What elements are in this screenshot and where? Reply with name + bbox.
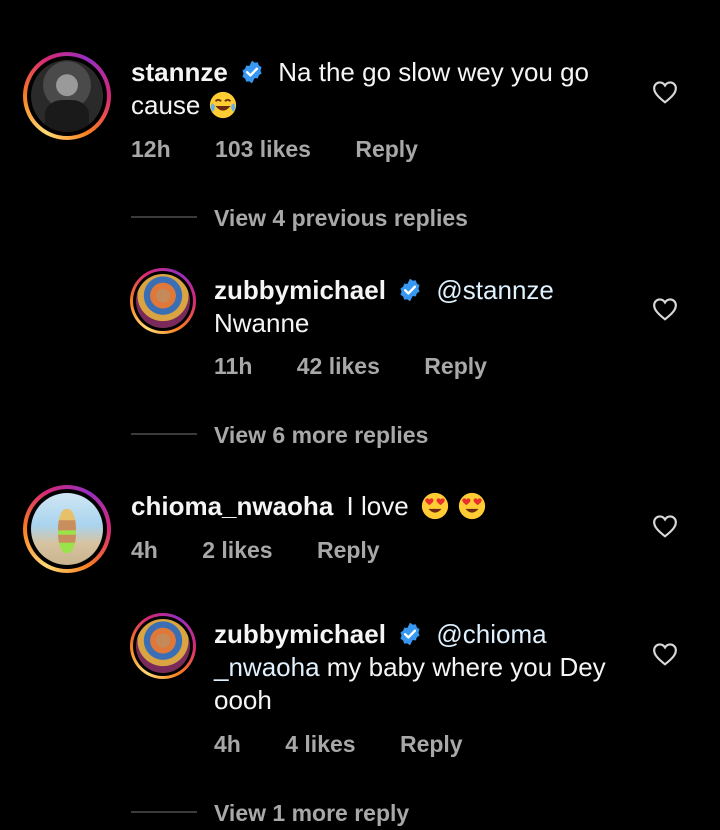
avatar-stannze[interactable] (23, 52, 111, 140)
reply-zubbymichael-text-2: _nwaoha my baby where you Dey (214, 651, 606, 684)
thread-divider-line (131, 433, 197, 435)
reply-button[interactable]: Reply (424, 353, 487, 380)
verified-badge-icon (400, 278, 420, 302)
comment-likes[interactable]: 103 likes (215, 136, 311, 163)
reply-text: Nwanne (214, 308, 310, 338)
reply-button[interactable]: Reply (400, 731, 463, 758)
avatar-zubbymichael[interactable] (130, 613, 196, 679)
avatar-zubbymichael[interactable] (130, 268, 196, 334)
comment-stannze-text-2: cause (131, 89, 238, 122)
comment-username[interactable]: chioma_nwaoha (131, 491, 333, 521)
reply-meta: 4h 4 likes Reply (214, 731, 463, 758)
reply-text-line3: oooh (214, 685, 272, 715)
reply-text: my baby where you Dey (319, 652, 606, 682)
view-more-replies-button[interactable]: View 1 more reply (214, 800, 409, 827)
mention-link[interactable]: @stannze (436, 275, 553, 305)
verified-badge-icon (242, 60, 262, 84)
comment-username[interactable]: stannze (131, 57, 228, 87)
reply-username[interactable]: zubbymichael (214, 275, 386, 305)
reply-button[interactable]: Reply (317, 537, 380, 564)
comment-text-line1: Na the go slow wey you go (278, 57, 590, 87)
comment-time: 12h (131, 136, 171, 162)
view-previous-replies-button[interactable]: View 4 previous replies (214, 205, 468, 232)
reply-time: 4h (214, 731, 241, 757)
reply-time: 11h (214, 353, 253, 379)
heart-outline-icon[interactable] (652, 642, 678, 666)
comment-time: 4h (131, 537, 158, 563)
previous-content-cutoff (400, 0, 480, 2)
comment-stannze-text: stannze Na the go slow wey you go (131, 56, 589, 89)
comment-text: I love (346, 491, 409, 521)
comment-chioma-text: chioma_nwaoha I love (131, 490, 487, 523)
mention-link[interactable]: @chioma (436, 619, 546, 649)
face-with-tears-of-joy-icon (209, 92, 236, 119)
heart-outline-icon[interactable] (652, 514, 678, 538)
thread-divider-line (131, 811, 197, 813)
avatar-chioma-nwaoha[interactable] (23, 485, 111, 573)
reply-button[interactable]: Reply (355, 136, 418, 163)
comment-text-line2: cause (131, 90, 201, 120)
reply-zubbymichael-text-2: Nwanne (214, 307, 309, 340)
mention-link-continued[interactable]: _nwaoha (214, 652, 320, 682)
heart-outline-icon[interactable] (652, 80, 678, 104)
reply-username[interactable]: zubbymichael (214, 619, 386, 649)
reply-meta: 11h 42 likes Reply (214, 353, 487, 380)
reply-zubbymichael-text-3: oooh (214, 684, 272, 717)
verified-badge-icon (400, 622, 420, 646)
comment-meta: 12h 103 likes Reply (131, 136, 418, 163)
heart-outline-icon[interactable] (652, 297, 678, 321)
thread-divider-line (131, 216, 197, 218)
comment-meta: 4h 2 likes Reply (131, 537, 380, 564)
comment-likes[interactable]: 2 likes (202, 537, 272, 564)
view-more-replies-button[interactable]: View 6 more replies (214, 422, 428, 449)
reply-likes[interactable]: 4 likes (285, 731, 355, 758)
reply-zubbymichael-text: zubbymichael @chioma (214, 618, 547, 651)
heart-eyes-emoji-icon (421, 493, 449, 520)
reply-likes[interactable]: 42 likes (297, 353, 380, 380)
heart-eyes-emoji-icon (459, 493, 486, 520)
reply-zubbymichael-text: zubbymichael @stannze (214, 274, 554, 307)
